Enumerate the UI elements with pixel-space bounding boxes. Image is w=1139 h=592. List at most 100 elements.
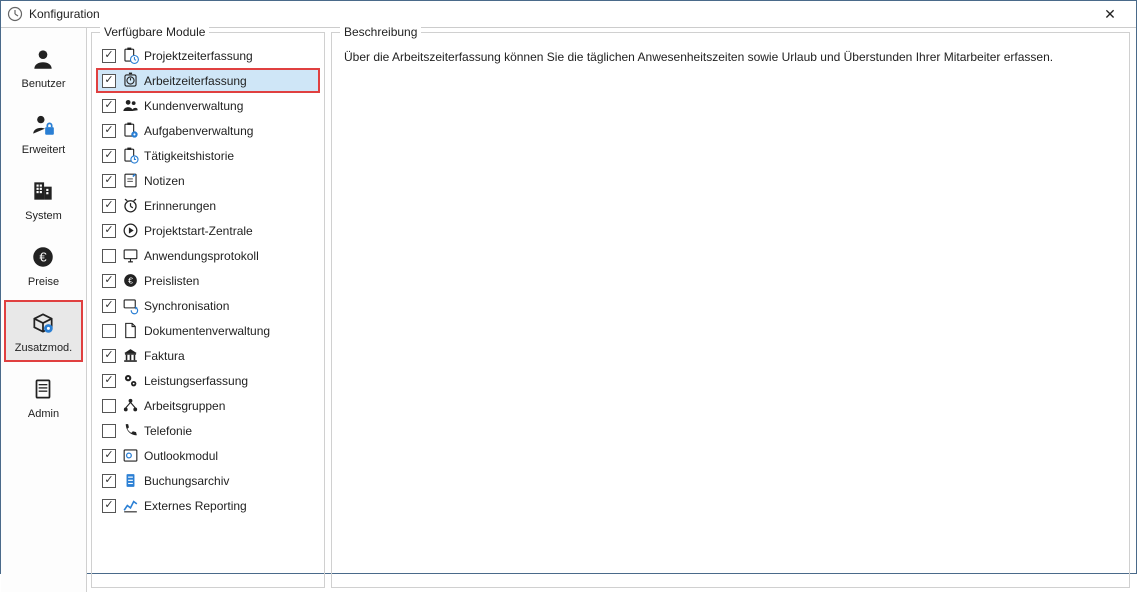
svg-text:€: € — [128, 276, 133, 286]
nav-label: Benutzer — [21, 78, 65, 90]
app-icon — [7, 6, 23, 22]
module-label: Faktura — [144, 349, 185, 363]
description-group-title: Beschreibung — [340, 25, 421, 39]
module-row[interactable]: Buchungsarchiv — [96, 468, 320, 493]
module-label: Telefonie — [144, 424, 192, 438]
module-row[interactable]: Outlookmodul — [96, 443, 320, 468]
module-row[interactable]: Notizen — [96, 168, 320, 193]
archive-icon — [120, 471, 140, 491]
module-label: Leistungserfassung — [144, 374, 248, 388]
module-row[interactable]: Projektstart-Zentrale — [96, 218, 320, 243]
module-row[interactable]: Dokumentenverwaltung — [96, 318, 320, 343]
module-row[interactable]: Arbeitsgruppen — [96, 393, 320, 418]
module-row[interactable]: Tätigkeitshistorie — [96, 143, 320, 168]
clipboard-history-icon — [120, 146, 140, 166]
clipboard-gear-icon — [120, 121, 140, 141]
module-label: Erinnerungen — [144, 199, 216, 213]
chart-icon — [120, 496, 140, 516]
server-icon — [30, 376, 58, 404]
module-label: Externes Reporting — [144, 499, 247, 513]
modules-group: Verfügbare Module ProjektzeiterfassungAr… — [91, 32, 325, 588]
module-checkbox[interactable] — [102, 174, 116, 188]
nav-item-system[interactable]: System — [4, 168, 83, 230]
module-label: Projektzeiterfassung — [144, 49, 253, 63]
box-gear-icon — [30, 310, 58, 338]
module-checkbox[interactable] — [102, 274, 116, 288]
bank-icon — [120, 346, 140, 366]
module-label: Preislisten — [144, 274, 199, 288]
modules-group-title: Verfügbare Module — [100, 25, 209, 39]
module-row[interactable]: Telefonie — [96, 418, 320, 443]
module-checkbox[interactable] — [102, 349, 116, 363]
svg-text:€: € — [39, 249, 47, 264]
nav-item-benutzer[interactable]: Benutzer — [4, 36, 83, 98]
left-nav: Benutzer Erweitert System € Preise Zusatzmod.… — [1, 28, 87, 592]
users-icon — [120, 96, 140, 116]
stopwatch-icon — [120, 71, 140, 91]
module-checkbox[interactable] — [102, 399, 116, 413]
module-checkbox[interactable] — [102, 324, 116, 338]
euro-icon: € — [30, 244, 58, 272]
nav-item-zusatzmod-[interactable]: Zusatzmod. — [4, 300, 83, 362]
document-icon — [120, 321, 140, 341]
module-label: Synchronisation — [144, 299, 229, 313]
user-icon — [30, 46, 58, 74]
module-checkbox[interactable] — [102, 424, 116, 438]
module-checkbox[interactable] — [102, 449, 116, 463]
nav-label: Zusatzmod. — [15, 342, 72, 354]
nav-item-erweitert[interactable]: Erweitert — [4, 102, 83, 164]
module-row[interactable]: Aufgabenverwaltung — [96, 118, 320, 143]
module-checkbox[interactable] — [102, 474, 116, 488]
module-checkbox[interactable] — [102, 249, 116, 263]
module-label: Arbeitzeiterfassung — [144, 74, 247, 88]
module-checkbox[interactable] — [102, 374, 116, 388]
module-row[interactable]: Faktura — [96, 343, 320, 368]
window-title: Konfiguration — [29, 7, 1090, 21]
module-label: Notizen — [144, 174, 185, 188]
clipboard-clock-icon — [120, 46, 140, 66]
description-text: Über die Arbeitszeiterfassung können Sie… — [336, 43, 1125, 72]
module-checkbox[interactable] — [102, 224, 116, 238]
building-icon — [30, 178, 58, 206]
module-row[interactable]: Externes Reporting — [96, 493, 320, 518]
module-checkbox[interactable] — [102, 74, 116, 88]
module-checkbox[interactable] — [102, 99, 116, 113]
module-label: Kundenverwaltung — [144, 99, 243, 113]
euro-list-icon: € — [120, 271, 140, 291]
nav-label: Preise — [28, 276, 59, 288]
module-checkbox[interactable] — [102, 499, 116, 513]
monitor-icon — [120, 246, 140, 266]
module-checkbox[interactable] — [102, 124, 116, 138]
module-row[interactable]: Erinnerungen — [96, 193, 320, 218]
description-group: Beschreibung Über die Arbeitszeiterfassu… — [331, 32, 1130, 588]
user-lock-icon — [30, 112, 58, 140]
module-checkbox[interactable] — [102, 49, 116, 63]
window-body: Benutzer Erweitert System € Preise Zusatzmod.… — [1, 28, 1136, 592]
note-icon — [120, 171, 140, 191]
module-label: Outlookmodul — [144, 449, 218, 463]
module-label: Dokumentenverwaltung — [144, 324, 270, 338]
module-checkbox[interactable] — [102, 199, 116, 213]
module-row[interactable]: Arbeitzeiterfassung — [96, 68, 320, 93]
nav-item-preise[interactable]: € Preise — [4, 234, 83, 296]
nav-label: System — [25, 210, 62, 222]
module-label: Aufgabenverwaltung — [144, 124, 253, 138]
content-area: Verfügbare Module Projektzeiterfassung Ar… — [87, 28, 1136, 592]
module-row[interactable]: Leistungserfassung — [96, 368, 320, 393]
module-row[interactable]: Projektzeiterfassung — [96, 43, 320, 68]
titlebar: Konfiguration ✕ — [1, 1, 1136, 28]
module-row[interactable]: € Preislisten — [96, 268, 320, 293]
nav-label: Erweitert — [22, 144, 65, 156]
close-button[interactable]: ✕ — [1090, 1, 1130, 27]
outlook-icon — [120, 446, 140, 466]
module-row[interactable]: Synchronisation — [96, 293, 320, 318]
module-label: Arbeitsgruppen — [144, 399, 225, 413]
nodes-icon — [120, 396, 140, 416]
module-row[interactable]: Anwendungsprotokoll — [96, 243, 320, 268]
sync-icon — [120, 296, 140, 316]
module-checkbox[interactable] — [102, 299, 116, 313]
module-checkbox[interactable] — [102, 149, 116, 163]
module-label: Anwendungsprotokoll — [144, 249, 259, 263]
nav-item-admin[interactable]: Admin — [4, 366, 83, 428]
module-row[interactable]: Kundenverwaltung — [96, 93, 320, 118]
